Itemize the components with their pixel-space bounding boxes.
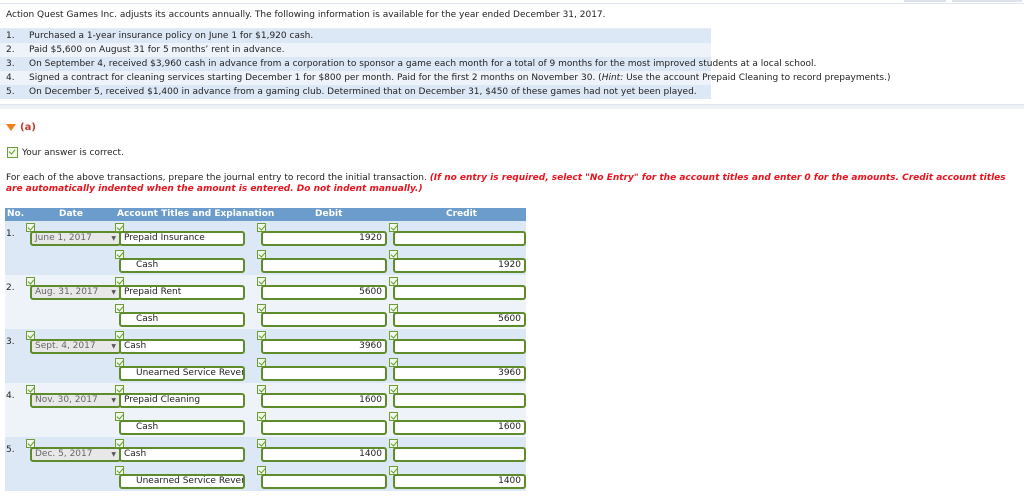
top-divider [0, 3, 1024, 4]
journal-line: 4. Nov. 30, 2017 ▼ Prepaid Cleaning 1600 [5, 383, 526, 410]
transaction-item: 1. Purchased a 1-year insurance policy o… [0, 29, 711, 43]
transaction-text: On September 4, received $3,960 cash in … [29, 59, 817, 69]
date-select[interactable]: June 1, 2017 ▼ [30, 231, 121, 246]
journal-entry: 3. Sept. 4, 2017 ▼ Cash 3960 Unearned Se… [5, 329, 526, 383]
account-title-input[interactable]: Prepaid Rent [119, 285, 245, 300]
transaction-item: 4. Signed a contract for cleaning servic… [0, 71, 890, 85]
account-title-input[interactable]: Prepaid Cleaning [119, 393, 245, 408]
account-title-input[interactable]: Cash [119, 447, 245, 462]
part-a-toggle[interactable]: (a) [6, 122, 36, 133]
journal-line: Cash 5600 [5, 302, 526, 329]
header-debit: Debit [315, 209, 343, 219]
journal-table: No. Date Account Titles and Explanation … [5, 208, 526, 491]
debit-input[interactable]: 5600 [261, 285, 387, 300]
account-title-input[interactable]: Unearned Service Rever [119, 366, 245, 381]
journal-line: Cash 1920 [5, 248, 526, 275]
transaction-text: Paid $5,600 on August 31 for 5 months’ r… [29, 45, 285, 55]
dropdown-arrow-icon: ▼ [111, 451, 116, 458]
journal-entry: 5. Dec. 5, 2017 ▼ Cash 1400 Unearned Ser… [5, 437, 526, 491]
journal-line: 1. June 1, 2017 ▼ Prepaid Insurance 1920 [5, 221, 526, 248]
credit-input[interactable] [393, 393, 526, 408]
account-title-input[interactable]: Cash [119, 339, 245, 354]
header-credit: Credit [446, 209, 477, 219]
entry-number: 4. [6, 391, 15, 401]
header-account: Account Titles and Explanation [117, 209, 275, 219]
header-date: Date [59, 209, 83, 219]
date-select[interactable]: Nov. 30, 2017 ▼ [30, 393, 121, 408]
journal-line: Unearned Service Rever 1400 [5, 464, 526, 491]
date-select[interactable]: Sept. 4, 2017 ▼ [30, 339, 121, 354]
toolbar-button[interactable] [904, 0, 946, 2]
transaction-list: 1. Purchased a 1-year insurance policy o… [0, 28, 890, 99]
dropdown-arrow-icon: ▼ [111, 235, 116, 242]
dropdown-arrow-icon: ▼ [111, 397, 116, 404]
debit-input[interactable]: 1400 [261, 447, 387, 462]
debit-input[interactable] [261, 312, 387, 327]
header-no: No. [7, 209, 25, 219]
transaction-number: 3. [6, 59, 15, 69]
credit-input[interactable]: 1400 [393, 474, 526, 489]
journal-entry: 2. Aug. 31, 2017 ▼ Prepaid Rent 5600 Cas… [5, 275, 526, 329]
journal-line: Cash 1600 [5, 410, 526, 437]
credit-input[interactable]: 3960 [393, 366, 526, 381]
account-title-input[interactable]: Unearned Service Rever [119, 474, 245, 489]
entry-number: 3. [6, 337, 15, 347]
hint-label: Hint: [601, 73, 624, 83]
check-icon [7, 147, 18, 158]
entry-number: 2. [6, 283, 15, 293]
date-select[interactable]: Aug. 31, 2017 ▼ [30, 285, 121, 300]
table-header: No. Date Account Titles and Explanation … [5, 208, 526, 221]
entry-number: 1. [6, 229, 15, 239]
instructions: For each of the above transactions, prep… [6, 173, 1006, 194]
transaction-item: 3. On September 4, received $3,960 cash … [0, 57, 816, 71]
transaction-number: 5. [6, 87, 15, 97]
account-title-input[interactable]: Cash [119, 420, 245, 435]
debit-input[interactable] [261, 474, 387, 489]
credit-input[interactable]: 5600 [393, 312, 526, 327]
credit-input[interactable]: 1600 [393, 420, 526, 435]
account-title-input[interactable]: Prepaid Insurance [119, 231, 245, 246]
date-select[interactable]: Dec. 5, 2017 ▼ [30, 447, 121, 462]
section-divider [0, 104, 1024, 109]
toolbar-button[interactable] [952, 0, 1022, 2]
problem-intro: Action Quest Games Inc. adjusts its acco… [6, 10, 606, 20]
debit-input[interactable] [261, 366, 387, 381]
journal-line: Unearned Service Rever 3960 [5, 356, 526, 383]
transaction-number: 4. [6, 73, 15, 83]
debit-input[interactable]: 3960 [261, 339, 387, 354]
status-text: Your answer is correct. [22, 148, 124, 158]
credit-input[interactable]: 1920 [393, 258, 526, 273]
debit-input[interactable]: 1600 [261, 393, 387, 408]
journal-line: 5. Dec. 5, 2017 ▼ Cash 1400 [5, 437, 526, 464]
transaction-text: On December 5, received $1,400 in advanc… [29, 87, 697, 97]
dropdown-arrow-icon: ▼ [111, 289, 116, 296]
journal-entry: 4. Nov. 30, 2017 ▼ Prepaid Cleaning 1600… [5, 383, 526, 437]
debit-input[interactable] [261, 258, 387, 273]
credit-input[interactable] [393, 231, 526, 246]
journal-line: 2. Aug. 31, 2017 ▼ Prepaid Rent 5600 [5, 275, 526, 302]
dropdown-arrow-icon: ▼ [111, 343, 116, 350]
answer-status: Your answer is correct. [7, 147, 124, 158]
credit-input[interactable] [393, 339, 526, 354]
transaction-number: 2. [6, 45, 15, 55]
part-label: (a) [20, 122, 36, 133]
transaction-number: 1. [6, 31, 15, 41]
debit-input[interactable] [261, 420, 387, 435]
triangle-down-icon [6, 123, 16, 131]
credit-input[interactable] [393, 447, 526, 462]
debit-input[interactable]: 1920 [261, 231, 387, 246]
transaction-item: 5. On December 5, received $1,400 in adv… [0, 85, 711, 99]
journal-line: 3. Sept. 4, 2017 ▼ Cash 3960 [5, 329, 526, 356]
transaction-text: Signed a contract for cleaning services … [29, 73, 891, 83]
entry-number: 5. [6, 445, 15, 455]
account-title-input[interactable]: Cash [119, 258, 245, 273]
transaction-text: Purchased a 1-year insurance policy on J… [29, 31, 314, 41]
credit-input[interactable] [393, 285, 526, 300]
account-title-input[interactable]: Cash [119, 312, 245, 327]
transaction-item: 2. Paid $5,600 on August 31 for 5 months… [0, 43, 711, 57]
journal-entry: 1. June 1, 2017 ▼ Prepaid Insurance 1920… [5, 221, 526, 275]
